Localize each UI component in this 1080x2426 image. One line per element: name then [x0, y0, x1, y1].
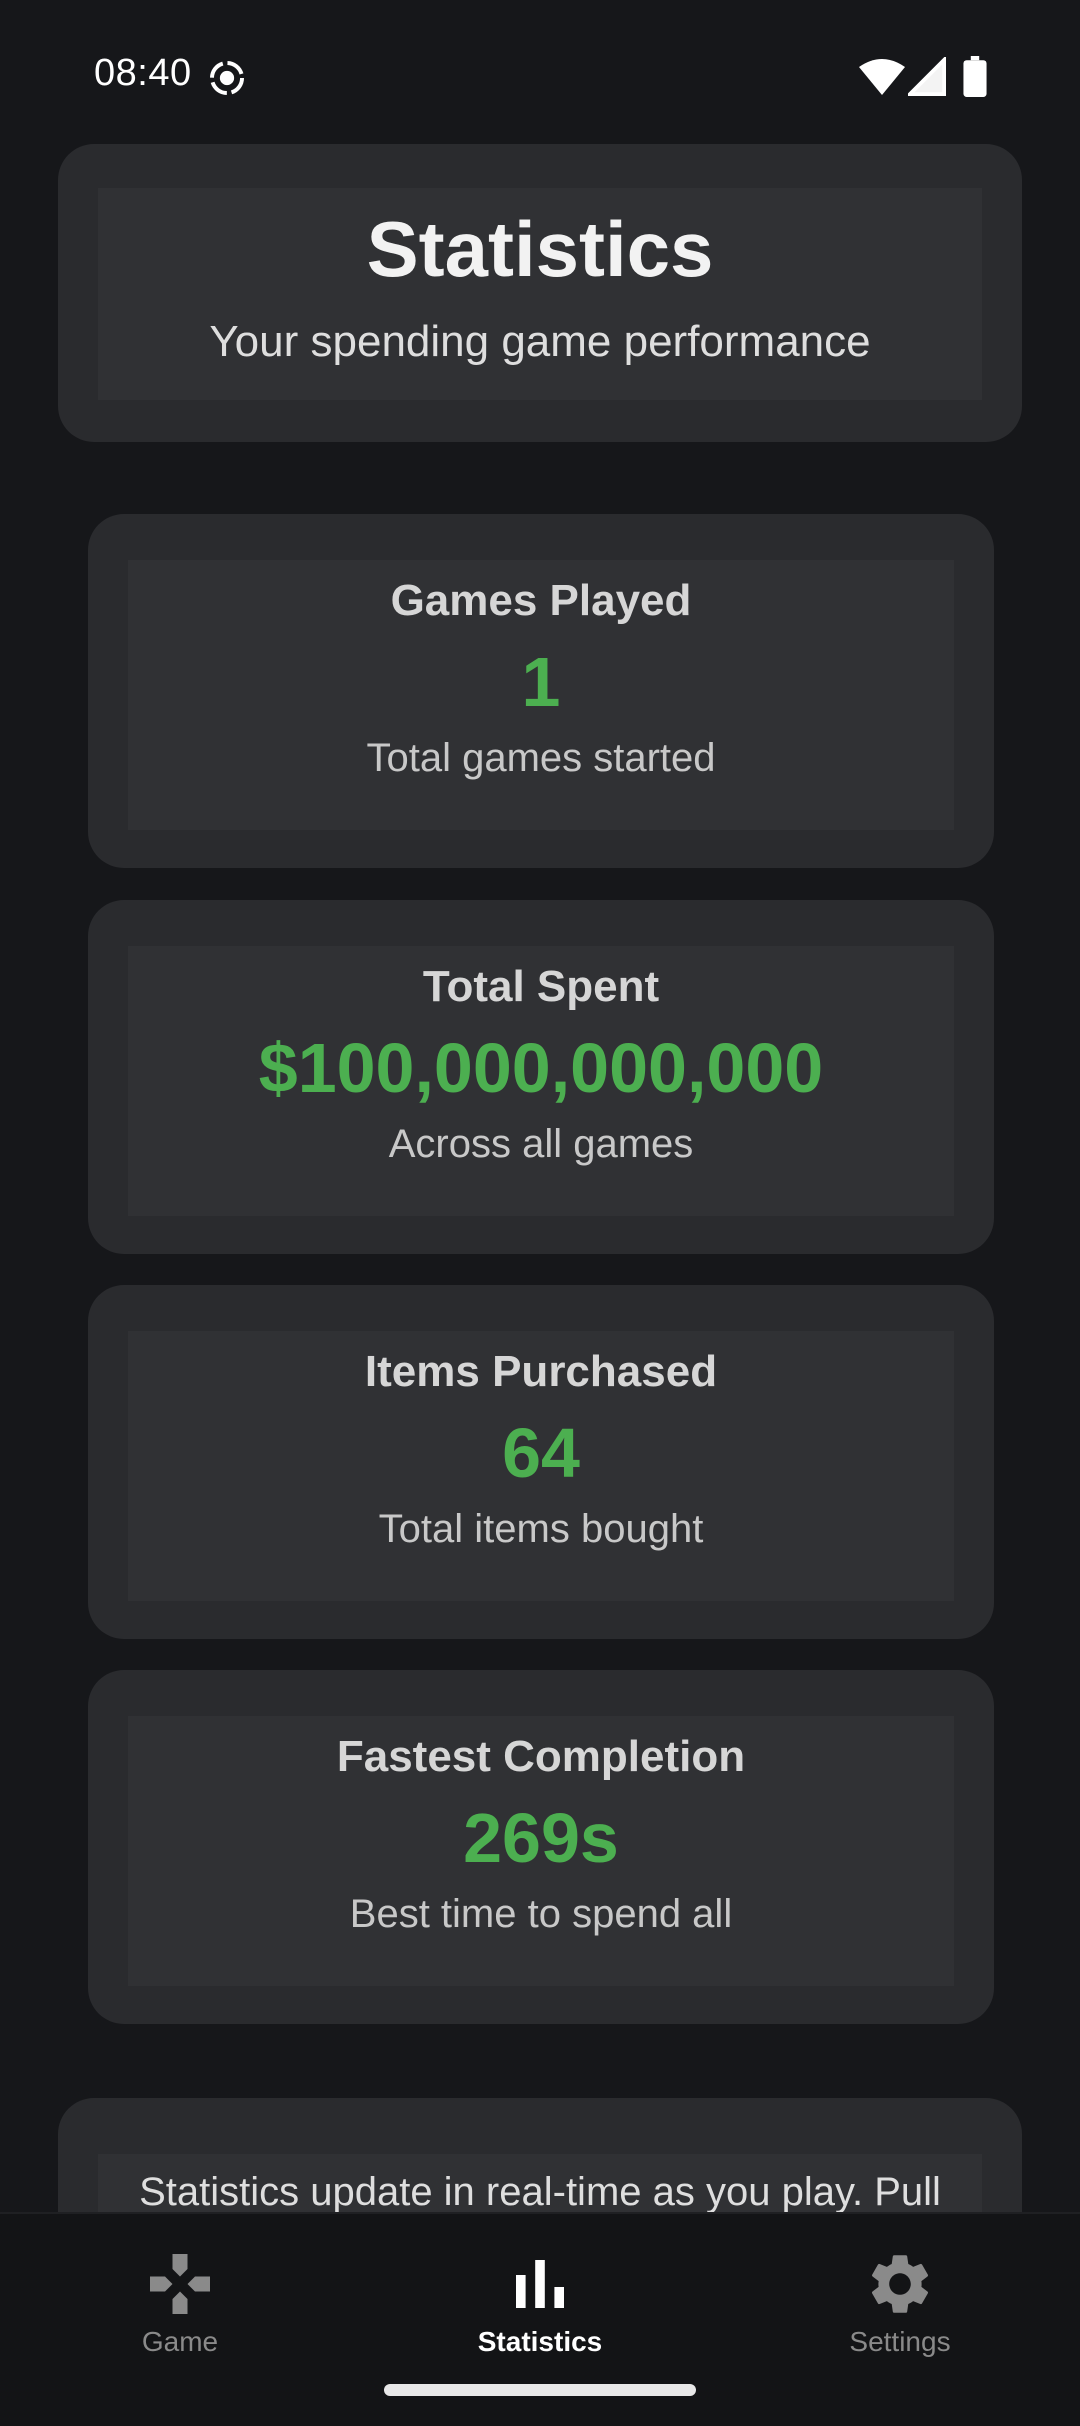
stat-card-fastest-completion: Fastest Completion 269s Best time to spe…	[88, 1670, 994, 2024]
nav-item-statistics[interactable]: Statistics	[390, 2234, 690, 2364]
stat-value: 269s	[463, 1799, 619, 1877]
stat-label: Games Played	[390, 576, 692, 625]
nav-label-statistics: Statistics	[477, 2326, 603, 2357]
bar-chart-icon	[516, 2260, 564, 2308]
nav-item-game[interactable]: Game	[30, 2234, 330, 2364]
stat-label: Items Purchased	[364, 1347, 718, 1396]
wifi-icon	[859, 59, 905, 95]
cellular-signal-icon	[908, 57, 946, 96]
header-content: Statistics Your spending game performanc…	[98, 188, 982, 400]
stat-card-content: Games Played 1 Total games started	[128, 560, 954, 830]
home-indicator	[384, 2384, 696, 2396]
page-subtitle: Your spending game performance	[209, 317, 871, 366]
nav-label-game: Game	[141, 2326, 219, 2357]
stat-description: Total games started	[366, 736, 716, 780]
stat-label: Fastest Completion	[336, 1732, 746, 1781]
stat-description: Best time to spend all	[349, 1892, 733, 1936]
stat-description: Across all games	[388, 1122, 694, 1166]
stat-label: Total Spent	[422, 962, 660, 1011]
page-title: Statistics	[366, 205, 714, 293]
header-card: Statistics Your spending game performanc…	[58, 144, 1022, 442]
stat-card-content: Total Spent $100,000,000,000 Across all …	[128, 946, 954, 1216]
screen-record-icon	[209, 60, 245, 96]
stat-card-content: Items Purchased 64 Total items bought	[128, 1331, 954, 1601]
nav-item-settings[interactable]: Settings	[750, 2234, 1050, 2364]
stat-value: $100,000,000,000	[258, 1029, 824, 1107]
stat-value: 1	[521, 643, 561, 721]
stat-card-items-purchased: Items Purchased 64 Total items bought	[88, 1285, 994, 1639]
battery-icon	[963, 56, 987, 97]
stat-card-total-spent: Total Spent $100,000,000,000 Across all …	[88, 900, 994, 1254]
gear-icon	[871, 2255, 929, 2313]
gamepad-icon	[150, 2254, 210, 2314]
status-bar: 08:40	[0, 0, 1080, 140]
stat-description: Total items bought	[378, 1507, 704, 1551]
stat-card-games-played: Games Played 1 Total games started	[88, 514, 994, 868]
status-time: 08:40	[94, 52, 192, 94]
stat-value: 64	[502, 1414, 580, 1492]
nav-label-settings: Settings	[849, 2326, 951, 2357]
stat-card-content: Fastest Completion 269s Best time to spe…	[128, 1716, 954, 1986]
